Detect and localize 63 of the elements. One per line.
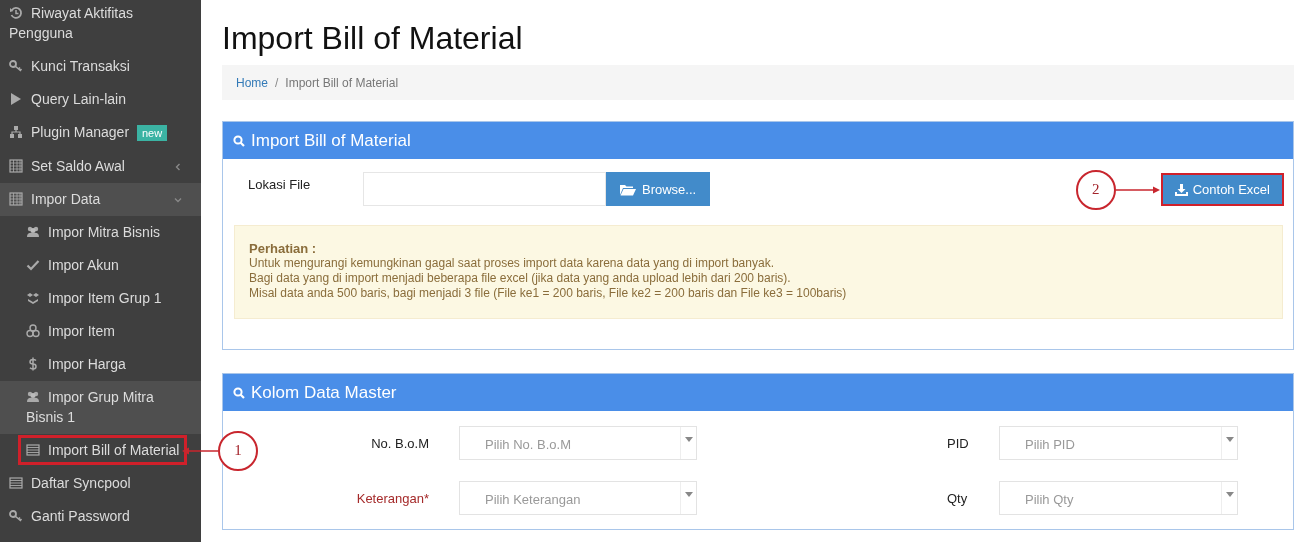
sidebar-item[interactable]: Daftar Syncpool bbox=[0, 467, 201, 500]
list-icon bbox=[26, 443, 40, 457]
chevron-down-icon bbox=[173, 195, 183, 205]
sidebar-item[interactable]: Plugin Manager new bbox=[0, 116, 201, 150]
sidebar-subitem[interactable]: Impor Item bbox=[0, 315, 201, 348]
play-icon bbox=[9, 92, 23, 106]
sitemap-icon bbox=[9, 125, 23, 139]
users-icon bbox=[26, 225, 40, 239]
callout-marker: 1 bbox=[218, 430, 258, 471]
check-icon bbox=[26, 258, 40, 272]
browse-button[interactable]: Browse... bbox=[606, 172, 711, 206]
notice-text: Misal data anda 500 baris, bagi menjadi 3 file (File ke1 = 200 baris, File ke2 = 200 baris dan File ke3 = 100baris) bbox=[249, 286, 848, 301]
field-label: Keterangan* bbox=[356, 490, 429, 506]
sidebar-subitem[interactable]: Impor Mitra Bisnis bbox=[0, 216, 201, 249]
panel-title: Kolom Data Master bbox=[251, 382, 397, 403]
sidebar-subitem[interactable]: Impor Harga bbox=[0, 348, 201, 381]
sidebar-item[interactable]: Set Saldo Awal bbox=[0, 150, 201, 183]
users-icon bbox=[26, 390, 40, 404]
sidebar-item[interactable]: Riwayat Aktifitas Pengguna bbox=[0, 0, 201, 50]
download-icon bbox=[1174, 183, 1188, 196]
breadcrumb-separator: / bbox=[275, 75, 279, 90]
caret-icon bbox=[1225, 437, 1234, 442]
notice-text: Bagi data yang di import menjadi beberapa file excel (jika data yang anda upload lebih dari 200 baris). bbox=[249, 271, 792, 286]
dollar-icon bbox=[26, 357, 40, 371]
field-label: Lokasi File bbox=[247, 176, 312, 192]
sidebar-subitem[interactable]: Impor Grup Mitra Bisnis 1 bbox=[0, 381, 201, 434]
search-icon bbox=[233, 134, 245, 147]
folder-icon bbox=[620, 182, 636, 196]
sidebar-item[interactable]: Query Lain-lain bbox=[0, 83, 201, 116]
file-path-field[interactable] bbox=[363, 172, 606, 206]
download-button[interactable]: Contoh Excel bbox=[1160, 173, 1284, 206]
chevron-left-icon bbox=[173, 162, 183, 172]
table-icon bbox=[9, 192, 23, 206]
caret-icon bbox=[684, 437, 693, 442]
new-badge: new bbox=[136, 125, 168, 141]
sidebar-subitem[interactable]: Import Bill of Material bbox=[0, 434, 201, 467]
sidebar-item[interactable]: Impor Data bbox=[0, 183, 201, 216]
caret-icon bbox=[1225, 492, 1234, 497]
field-label: PID bbox=[947, 435, 969, 451]
sidebar-item[interactable]: Kunci Transaksi bbox=[0, 50, 201, 83]
leader-line bbox=[1115, 184, 1160, 195]
sidebar-item[interactable]: Ganti Password bbox=[0, 500, 201, 533]
key-icon bbox=[9, 509, 23, 523]
list-icon bbox=[9, 476, 23, 490]
search-icon bbox=[233, 386, 245, 399]
notice-title: Perhatian : bbox=[249, 241, 318, 256]
sidebar-subitem[interactable]: Impor Akun bbox=[0, 249, 201, 282]
notice-text: Untuk mengurangi kemungkinan gagal saat proses import data karena data yang di import banyak. bbox=[249, 256, 775, 271]
leader-line bbox=[182, 445, 218, 456]
breadcrumb-current: Import Bill of Material bbox=[285, 75, 399, 90]
field-label: No. B.o.M bbox=[371, 435, 429, 451]
page-title: Import Bill of Material bbox=[222, 19, 524, 58]
history-icon bbox=[9, 6, 23, 20]
boxes-icon bbox=[26, 291, 40, 305]
breadcrumb-link[interactable]: Home bbox=[236, 75, 268, 90]
field-label: Qty bbox=[947, 490, 968, 506]
key-icon bbox=[9, 59, 23, 73]
sidebar-subitem[interactable]: Impor Item Grup 1 bbox=[0, 282, 201, 315]
caret-icon bbox=[684, 492, 693, 497]
cubes-icon bbox=[26, 324, 40, 338]
table-icon bbox=[9, 159, 23, 173]
callout-marker: 2 bbox=[1075, 169, 1116, 210]
panel-title: Import Bill of Material bbox=[251, 130, 411, 151]
